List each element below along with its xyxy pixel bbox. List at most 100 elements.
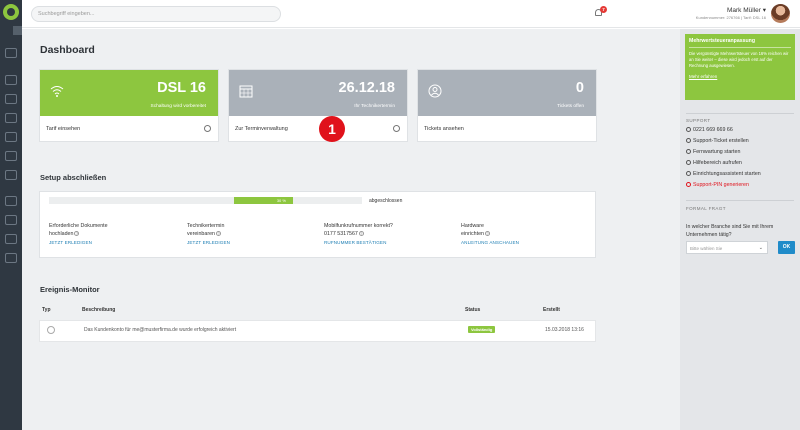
question-text: In welcher Branche sind Sie mit Ihrem Un… [686, 224, 774, 238]
top-bar: Suchbegriff eingeben... 7 Mark Müller ▾ … [22, 0, 800, 28]
page-title: Dashboard [40, 44, 95, 56]
tariff-card: DSL 16 Schaltung wird vorbereitet Tarif … [40, 70, 218, 141]
appointment-card: 26.12.18 Ihr Techniker­termin Zur Termin… [229, 70, 407, 141]
promo-link[interactable]: Mehr erfahren [689, 74, 791, 79]
column-header-description: Beschreibung [82, 307, 116, 313]
promo-title: Mehrwertsteueranpassung [689, 38, 791, 48]
calendar-icon [239, 85, 253, 98]
setup-progress-bar: 30 % [49, 197, 362, 204]
setup-item-title: Erforderliche Dokumente [49, 223, 108, 229]
appointment-link[interactable]: Zur Terminverwaltung [229, 116, 407, 141]
help-icon[interactable]: ? [484, 231, 490, 236]
user-name: Mark Müller [726, 7, 761, 14]
setup-item-subtitle: 0177 5317567 [324, 231, 358, 237]
user-menu[interactable]: Mark Müller ▾ Kundennummer: 276766 | Tar… [696, 6, 766, 20]
setup-item-hardware: Hardware einrichten? ANLEITUNG ANSCHAUEN [461, 222, 591, 245]
table-row[interactable]: Das Kundenkonto für me@musterfirma.de wu… [40, 321, 595, 341]
tariff-link[interactable]: Tarif einsehen [40, 116, 218, 141]
avatar[interactable] [771, 4, 790, 23]
tickets-card-header: 0 Tickets offen [418, 70, 596, 116]
support-item-remote[interactable]: Fernwartung starten [686, 149, 740, 155]
status-badge: Vollständig [468, 326, 496, 333]
app-logo[interactable] [3, 4, 19, 20]
setup-progress-percent: 30 % [276, 198, 286, 203]
nav-box-icon[interactable] [5, 132, 17, 142]
setup-item-title: Mobilfunkrufnummer korrekt? [324, 223, 393, 229]
divider [686, 113, 794, 114]
setup-item-action[interactable]: ANLEITUNG ANSCHAUEN [461, 240, 591, 245]
column-header-status: Status [465, 307, 481, 313]
nav-print-icon[interactable] [5, 75, 17, 85]
arrow-right-icon [393, 125, 400, 132]
promo-text: Die vergünstigte Mehrwertsteuer von 16% … [689, 51, 789, 68]
remote-icon [686, 149, 691, 154]
nav-mobile-icon[interactable] [5, 151, 17, 161]
support-phone-number: 0221 669 669 66 [693, 127, 733, 133]
setup-item-subtitle: hochladen [49, 231, 74, 237]
setup-item-action[interactable]: RUFNUMMER BESTÄTIGEN [324, 240, 454, 245]
events-section-title: Ereignis-Monitor [40, 285, 100, 294]
nav-network-icon[interactable] [5, 234, 17, 244]
industry-select-value: Bitte wählen Sie [690, 246, 723, 251]
ticket-icon [686, 138, 691, 143]
support-section-title: SUPPORT [686, 118, 711, 123]
column-header-created: Erstellt [543, 307, 560, 313]
tickets-card: 0 Tickets offen Tickets ansehen [418, 70, 596, 141]
person-icon [428, 84, 442, 98]
support-item-label: Support-Ticket erstellen [693, 138, 749, 144]
setup-progress-caption: abgeschlossen [369, 198, 403, 204]
help-icon[interactable]: ? [215, 231, 221, 236]
support-item-label: Fernwartung starten [693, 149, 741, 155]
nav-dashboard-icon[interactable] [5, 48, 17, 58]
tariff-link-label: Tarif einsehen [46, 126, 81, 132]
event-description: Das Kundenkonto für me@musterfirma.de wu… [84, 327, 237, 333]
setup-item-appointment: Technikertermin vereinbaren? JETZT ERLED… [187, 222, 317, 245]
tickets-count: 0 [575, 80, 584, 96]
appointment-caption: Ihr Techniker­termin [354, 104, 395, 109]
event-created: 15.03.2018 13:16 [545, 327, 584, 333]
right-sidebar: Mehrwertsteueranpassung Die vergünstigte… [680, 29, 800, 430]
setup-item-action[interactable]: JETZT ERLEDIGEN [187, 240, 317, 245]
setup-item-subtitle: vereinbaren [187, 231, 215, 237]
appointment-card-header: 26.12.18 Ihr Techniker­termin [229, 70, 407, 116]
ok-button[interactable]: OK [778, 241, 795, 254]
wifi-icon [50, 86, 64, 97]
left-nav-rail [0, 0, 22, 430]
nav-settings-icon[interactable] [5, 215, 17, 225]
nav-crown-icon[interactable] [5, 196, 17, 206]
nav-phone-icon[interactable] [5, 113, 17, 123]
annotation-marker: 1 [319, 116, 345, 142]
nav-tools-icon[interactable] [5, 253, 17, 263]
industry-select[interactable]: Bitte wählen Sie ⌄ [686, 241, 768, 254]
support-item-ticket[interactable]: Support-Ticket erstellen [686, 138, 749, 144]
chevron-down-icon: ▾ [762, 7, 766, 14]
setup-item-action[interactable]: JETZT ERLEDIGEN [49, 240, 179, 245]
help-icon[interactable]: ? [358, 231, 364, 236]
support-phone[interactable]: 0221 669 669 66 [686, 127, 733, 133]
tariff-card-header: DSL 16 Schaltung wird vorbereitet [40, 70, 218, 116]
support-item-pin[interactable]: Support-PIN generieren [686, 182, 749, 188]
notifications-bell-icon[interactable]: 7 [594, 6, 607, 18]
user-details: Kundennummer: 276766 | Tarif: DSL 16 [695, 15, 766, 20]
key-icon [47, 326, 55, 334]
search-input[interactable]: Suchbegriff eingeben... [31, 6, 281, 22]
setup-item-title: Hardware [461, 223, 484, 229]
setup-item-documents: Erforderliche Dokumente hochladen? JETZT… [49, 222, 179, 245]
setup-item-mobile-number: Mobilfunkrufnummer korrekt? 0177 5317567… [324, 222, 454, 245]
nav-wifi-icon[interactable] [5, 170, 17, 180]
support-item-help[interactable]: Hilfebereich aufrufen [686, 160, 742, 166]
support-item-setup-assistant[interactable]: Einrichtungsassistent starten [686, 171, 761, 177]
help-icon [686, 160, 691, 165]
collapse-toggle-icon[interactable] [13, 26, 22, 35]
appointment-link-label: Zur Terminverwaltung [235, 126, 288, 132]
events-table: Typ Beschreibung Status Erstellt Das Kun… [40, 305, 595, 341]
tickets-link[interactable]: Tickets ansehen [418, 116, 596, 141]
nav-users-icon[interactable] [5, 94, 17, 104]
tickets-caption: Tickets offen [557, 104, 584, 109]
question-section-title: FORMAL FRAGT [686, 206, 726, 211]
divider [686, 200, 794, 201]
help-icon[interactable]: ? [74, 231, 80, 236]
events-table-header: Typ Beschreibung Status Erstellt [40, 305, 595, 317]
arrow-right-icon [204, 125, 211, 132]
setup-item-subtitle: einrichten [461, 231, 484, 237]
